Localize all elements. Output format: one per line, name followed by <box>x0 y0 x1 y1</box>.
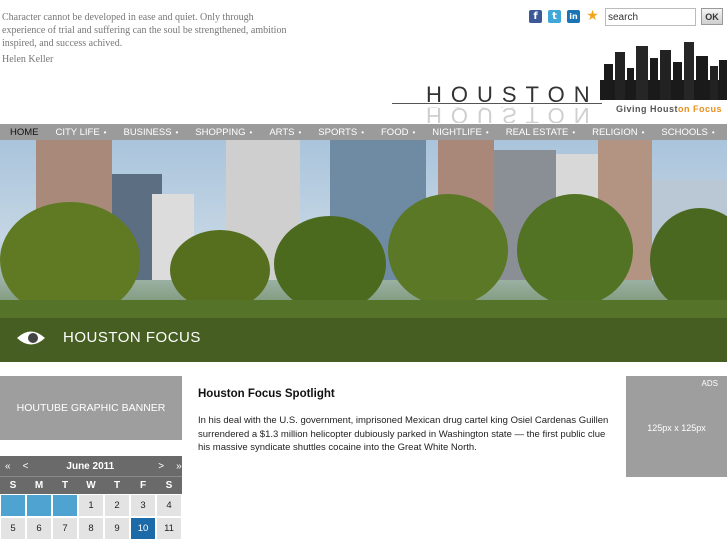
nav-item-religion[interactable]: RELIGION • <box>592 127 644 138</box>
calendar-day[interactable]: 1 <box>78 494 104 517</box>
nav-item-schools[interactable]: SCHOOLS • <box>661 127 714 138</box>
logo-tagline-dark: Giving Houst <box>616 104 678 114</box>
calendar-day[interactable]: 6 <box>26 517 52 540</box>
ad-slot[interactable]: ADS 125px x 125px <box>626 376 727 477</box>
calendar-day[interactable]: 7 <box>52 517 78 540</box>
calendar-next-year-button[interactable]: » <box>176 461 182 472</box>
site-logo[interactable]: HOUSTON FOCUS HOUSTON FOCUS Giving Houst… <box>392 40 727 133</box>
youtube-banner[interactable]: HOUTUBE GRAPHIC BANNER <box>0 376 182 440</box>
calendar-day-today[interactable]: 10 <box>130 517 156 540</box>
calendar-day-empty <box>52 494 78 517</box>
calendar-dow: S <box>0 476 26 494</box>
eye-logo-icon <box>17 331 45 345</box>
nav-item-nightlife[interactable]: NIGHTLIFE • <box>432 127 488 138</box>
nav-item-shopping[interactable]: SHOPPING • <box>195 127 252 138</box>
nav-item-sports[interactable]: SPORTS • <box>318 127 364 138</box>
ads-label: ADS <box>701 379 718 388</box>
calendar-day[interactable]: 8 <box>78 517 104 540</box>
calendar-day[interactable]: 3 <box>130 494 156 517</box>
twitter-icon[interactable]: t <box>548 10 561 23</box>
search-input[interactable] <box>605 8 696 26</box>
calendar-day[interactable]: 11 <box>156 517 182 540</box>
main-nav: HOME CITY LIFE • BUSINESS • SHOPPING • ARTS… <box>0 124 727 140</box>
calendar-next-month-button[interactable]: > <box>158 461 164 472</box>
calendar-day[interactable]: 9 <box>104 517 130 540</box>
calendar-grid: S M T W T F S 1 2 3 4 5 6 7 8 9 10 11 <box>0 476 182 540</box>
calendar-prev-month-button[interactable]: < <box>23 461 29 472</box>
calendar-dow: T <box>52 476 78 494</box>
search-ok-button[interactable]: OK <box>701 8 723 25</box>
favorite-star-icon[interactable]: ★ <box>586 9 599 23</box>
nav-item-food[interactable]: FOOD • <box>381 127 415 138</box>
nav-item-business[interactable]: BUSINESS • <box>123 127 178 138</box>
quote-author: Helen Keller <box>2 54 54 65</box>
calendar-day[interactable]: 2 <box>104 494 130 517</box>
calendar-month-title: June 2011 <box>66 460 115 472</box>
calendar-dow: W <box>78 476 104 494</box>
hero-banner: HOUSTON FOCUS <box>0 140 727 362</box>
logo-tagline: Giving Houston Focus <box>616 104 722 114</box>
calendar-dow: M <box>26 476 52 494</box>
nav-item-city-life[interactable]: CITY LIFE • <box>56 127 107 138</box>
calendar-day[interactable]: 4 <box>156 494 182 517</box>
nav-item-arts[interactable]: ARTS • <box>269 127 301 138</box>
linkedin-icon[interactable]: in <box>567 10 580 23</box>
calendar-dow: T <box>104 476 130 494</box>
logo-word-houston: HOUSTON <box>426 82 599 107</box>
nav-item-real-estate[interactable]: REAL ESTATE • <box>506 127 575 138</box>
spotlight-title: Houston Focus Spotlight <box>198 388 335 400</box>
ads-size: 125px x 125px <box>647 423 706 433</box>
calendar-widget: « < June 2011 > » S M T W T F S 1 2 3 4 … <box>0 456 182 540</box>
header-quote: Character cannot be developed in ease an… <box>2 12 287 49</box>
calendar-day-empty <box>0 494 26 517</box>
logo-tagline-accent: on Focus <box>678 104 722 114</box>
spotlight-body: In his deal with the U.S. government, im… <box>198 415 609 453</box>
facebook-icon[interactable]: f <box>529 10 542 23</box>
calendar-day-empty <box>26 494 52 517</box>
calendar-dow: F <box>130 476 156 494</box>
calendar-dow: S <box>156 476 182 494</box>
calendar-prev-year-button[interactable]: « <box>5 461 11 472</box>
hero-label: HOUSTON FOCUS <box>63 329 201 346</box>
calendar-day[interactable]: 5 <box>0 517 26 540</box>
social-links: f t in ★ <box>529 9 599 23</box>
nav-item-home[interactable]: HOME <box>10 127 39 138</box>
calendar-header: « < June 2011 > » <box>0 456 182 476</box>
